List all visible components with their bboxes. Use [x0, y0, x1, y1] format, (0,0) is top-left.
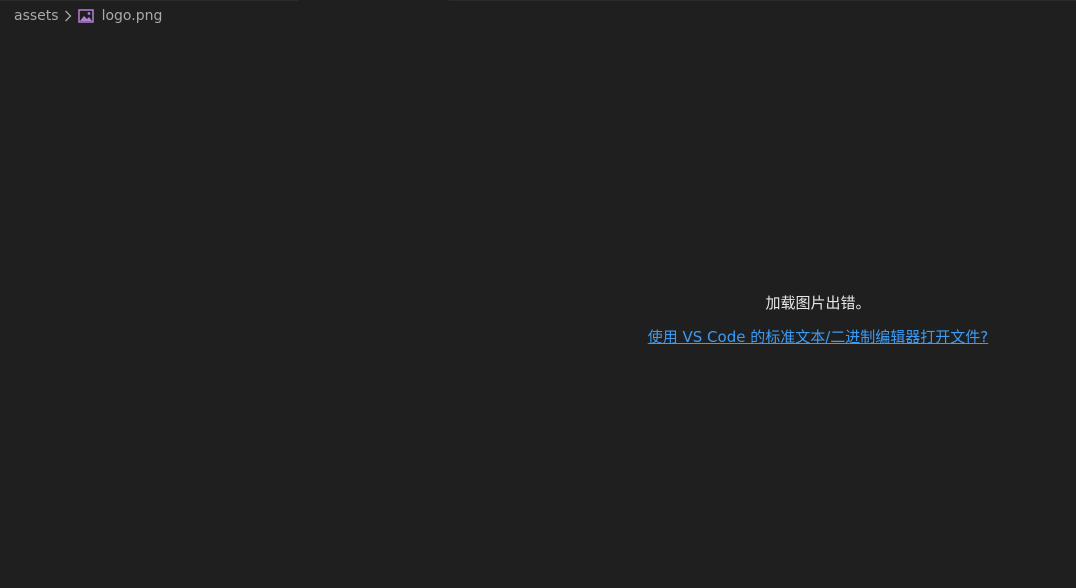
breadcrumb: assets logo.png [14, 5, 162, 27]
breadcrumb-file-logo[interactable]: logo.png [102, 8, 163, 24]
image-file-icon [77, 9, 94, 23]
chevron-right-icon [64, 10, 72, 22]
image-preview-editor: assets logo.png 加载图片出错。 使用 VS Code 的标准文本… [0, 0, 1076, 588]
image-load-error: 加载图片出错。 使用 VS Code 的标准文本/二进制编辑器打开文件? [560, 290, 1076, 348]
tab-bar-border [0, 0, 298, 1]
open-with-text-editor-link[interactable]: 使用 VS Code 的标准文本/二进制编辑器打开文件? [648, 326, 989, 348]
tab-bar-border [449, 0, 1076, 1]
error-message: 加载图片出错。 [765, 294, 871, 312]
breadcrumb-folder-assets[interactable]: assets [14, 8, 59, 24]
